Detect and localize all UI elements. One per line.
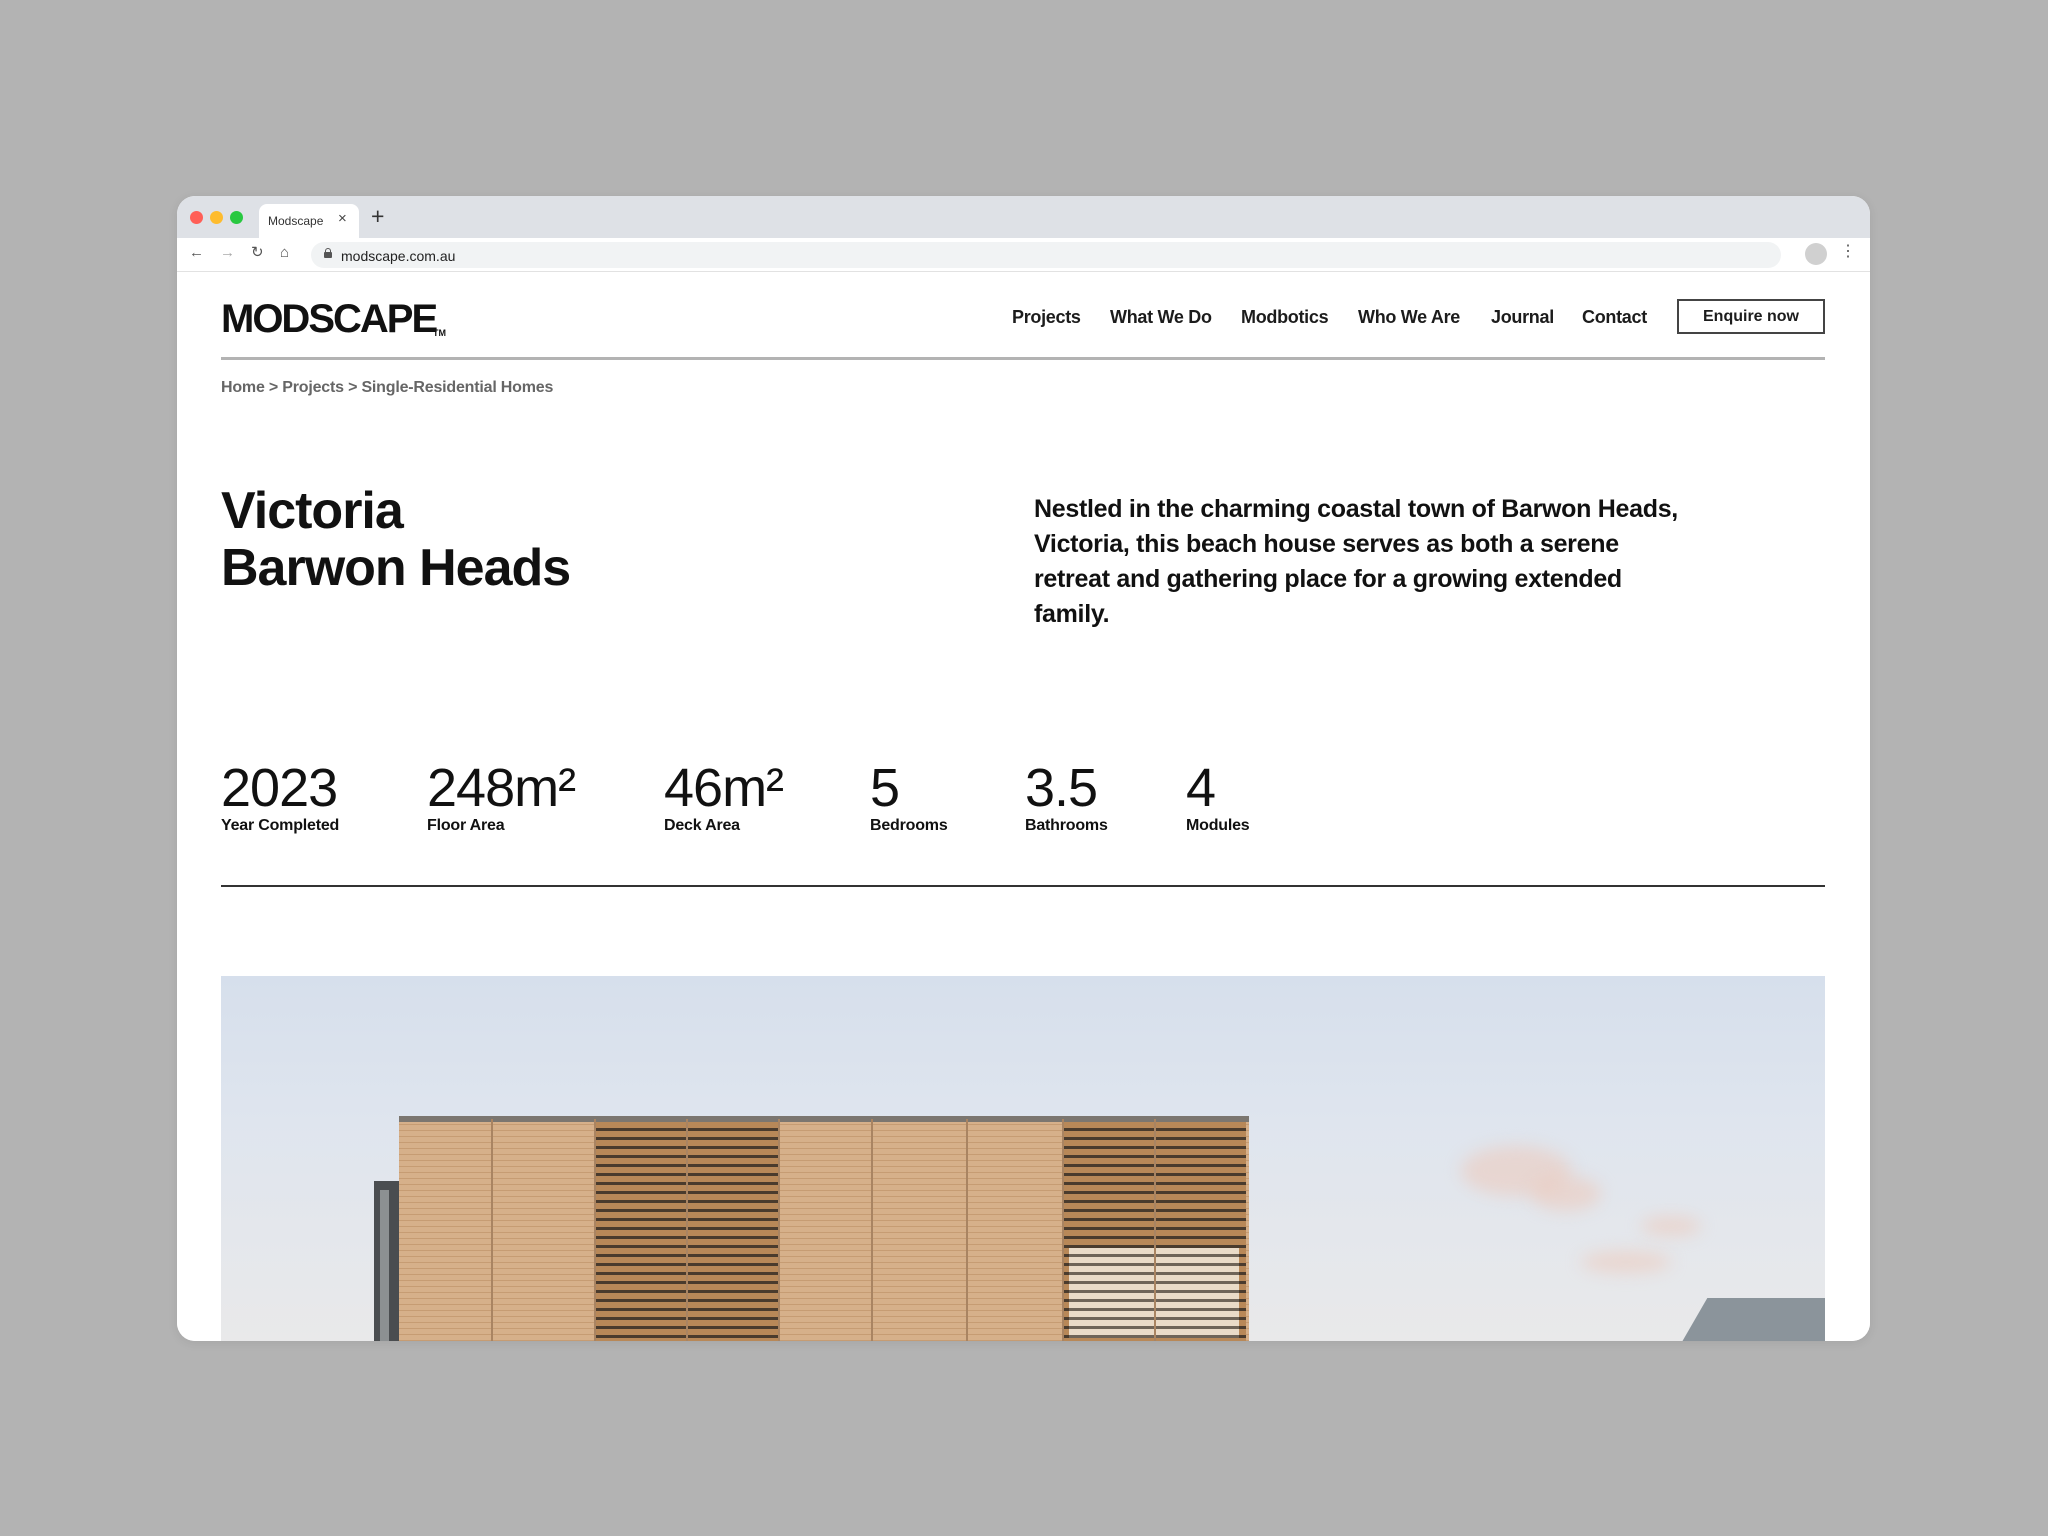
stat-value: 248m² [427,758,576,818]
site-logo[interactable]: MODSCAPE [221,299,438,339]
stat-modules: 4 Modules [1186,761,1250,835]
stat-value: 3.5 [1025,758,1098,818]
nav-modbotics[interactable]: Modbotics [1241,307,1329,328]
maximize-window-button[interactable] [230,211,243,224]
stat-year-completed: 2023 Year Completed [221,761,339,835]
cloud [1581,1251,1671,1273]
louver-panel [688,1122,778,1341]
stat-label: Floor Area [427,817,505,834]
nav-journal[interactable]: Journal [1491,307,1554,328]
stat-label: Bedrooms [870,817,948,834]
stat-bedrooms: 5 Bedrooms [870,761,948,835]
project-intro: Nestled in the charming coastal town of … [1034,495,1678,628]
reload-icon[interactable]: ↻ [251,245,264,260]
lock-icon[interactable] [324,248,332,258]
url-text[interactable]: modscape.com.au [341,248,455,264]
panel-seam [491,1119,493,1341]
stat-bathrooms: 3.5 Bathrooms [1025,761,1108,835]
tab-modscape[interactable]: Modscape × [259,204,359,238]
neighbour-roof [1672,1298,1825,1341]
address-bar[interactable]: modscape.com.au ☆ [311,242,1781,268]
title-line-2: Barwon Heads [221,539,571,597]
browser-toolbar: ← → ↻ ⌂ modscape.com.au ☆ ⋮ [177,238,1870,272]
enquire-now-button[interactable]: Enquire now [1677,299,1825,334]
header-divider [221,357,1825,360]
forward-arrow-icon[interactable]: → [220,245,235,260]
nav-projects[interactable]: Projects [1012,307,1081,328]
nav-what-we-do[interactable]: What We Do [1110,307,1212,328]
new-tab-button[interactable]: + [371,205,384,228]
panel-seam [778,1119,780,1341]
profile-avatar[interactable] [1805,243,1827,265]
panel-seam [1154,1119,1156,1341]
stat-label: Year Completed [221,817,340,834]
back-arrow-icon[interactable]: ← [189,245,204,260]
cloud [1641,1216,1701,1236]
stat-label: Deck Area [664,817,740,834]
stat-value: 5 [870,758,900,818]
stats-divider [221,885,1825,887]
cloud [1531,1176,1601,1211]
tab-bar: Modscape × + [177,196,1870,238]
breadcrumb[interactable]: Home > Projects > Single-Residential Hom… [221,379,553,397]
title-line-1: Victoria [221,482,404,540]
panel-seam [594,1119,596,1341]
building-side-window [380,1190,389,1341]
stat-value: 46m² [664,758,784,818]
home-icon[interactable]: ⌂ [280,245,289,260]
panel-seam [871,1119,873,1341]
hero-photo [221,976,1825,1341]
stat-value: 2023 [221,758,338,818]
logo-trademark: TM [433,328,446,338]
stat-label: Bathrooms [1025,817,1108,834]
nav-who-we-are[interactable]: Who We Are [1358,307,1460,328]
tab-title: Modscape [268,214,324,228]
stat-label: Modules [1186,817,1250,834]
browser-window: Modscape × + ← → ↻ ⌂ modscape.com.au ☆ ⋮… [177,196,1870,1341]
more-menu-icon[interactable]: ⋮ [1840,244,1856,260]
louver-panel [596,1122,686,1341]
stat-deck-area: 46m² Deck Area [664,758,784,835]
panel-seam [1062,1119,1064,1341]
minimize-window-button[interactable] [210,211,223,224]
close-icon[interactable]: × [338,211,347,226]
page-title: Victoria Barwon Heads [221,482,571,597]
stat-value: 4 [1186,758,1216,818]
panel-seam [966,1119,968,1341]
close-window-button[interactable] [190,211,203,224]
stat-floor-area: 248m² Floor Area [427,758,576,835]
nav-contact[interactable]: Contact [1582,307,1647,328]
page-content: MODSCAPE TM Projects What We Do Modbotic… [177,273,1870,1341]
panel-seam [686,1119,688,1341]
